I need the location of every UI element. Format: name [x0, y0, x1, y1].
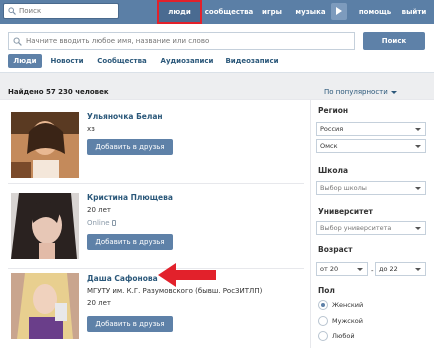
divider	[8, 268, 304, 269]
online-status: Online	[87, 219, 116, 227]
university-select[interactable]: Выбор университета	[316, 221, 426, 235]
gender-female-label[interactable]: Женский	[332, 301, 363, 309]
search-icon	[13, 37, 22, 46]
nav-logout[interactable]: выйти	[400, 0, 428, 24]
search-panel: Поиск Люди Новости Сообщества Аудиозапис…	[0, 24, 434, 73]
red-arrow-annotation	[158, 263, 216, 287]
chevron-down-icon	[415, 227, 421, 230]
nav-music[interactable]: музыка	[293, 0, 328, 24]
nav-communities[interactable]: сообщества	[203, 0, 255, 24]
result-info: хз	[87, 125, 95, 133]
online-label: Online	[87, 219, 110, 227]
tab-people[interactable]: Люди	[8, 54, 42, 68]
divider	[8, 183, 304, 184]
results-count: Найдено 57 230 человек	[8, 88, 109, 96]
results-list: Ульяночка Белан хз Добавить в друзья Кри…	[0, 99, 311, 348]
search-button[interactable]: Поиск	[363, 32, 425, 50]
avatar[interactable]	[11, 112, 79, 178]
tab-audio[interactable]: Аудиозаписи	[157, 54, 217, 68]
university-placeholder: Выбор университета	[320, 224, 392, 232]
age-separator: -	[371, 267, 374, 275]
age-label: Возраст	[318, 245, 353, 254]
mobile-icon	[111, 220, 116, 226]
country-value: Россия	[320, 125, 344, 133]
sort-dropdown[interactable]: По популярности	[324, 88, 397, 96]
gender-any-radio[interactable]	[318, 331, 328, 341]
add-friend-button[interactable]: Добавить в друзья	[87, 316, 173, 332]
tab-news[interactable]: Новости	[48, 54, 86, 68]
chevron-down-icon	[415, 187, 421, 190]
result-name[interactable]: Кристина Плющева	[87, 193, 173, 202]
chevron-down-icon	[415, 145, 421, 148]
result-info: 20 лет	[87, 206, 111, 214]
music-play-button[interactable]	[331, 3, 347, 20]
top-search-box[interactable]	[3, 3, 119, 19]
tab-communities[interactable]: Сообщества	[95, 54, 149, 68]
university-label: Университет	[318, 207, 373, 216]
add-friend-button[interactable]: Добавить в друзья	[87, 139, 173, 155]
gender-male-label[interactable]: Мужской	[332, 317, 363, 325]
school-placeholder: Выбор школы	[320, 184, 367, 192]
nav-help[interactable]: помощь	[356, 0, 394, 24]
gender-label: Пол	[318, 286, 335, 295]
chevron-down-icon	[415, 128, 421, 131]
top-bar: люди сообщества игры музыка помощь выйти	[0, 0, 434, 24]
top-search-input[interactable]	[19, 5, 114, 17]
gender-any-label[interactable]: Любой	[332, 332, 355, 340]
city-value: Омск	[320, 142, 338, 150]
chevron-down-icon	[415, 268, 421, 271]
result-name[interactable]: Даша Сафонова	[87, 274, 158, 283]
add-friend-button[interactable]: Добавить в друзья	[87, 234, 173, 250]
play-icon	[336, 7, 342, 15]
age-from-value: от 20	[320, 265, 339, 273]
main-search-input[interactable]	[26, 35, 346, 47]
result-university: МГУТУ им. К.Г. Разумовского (бывш. РосЗИ…	[87, 287, 263, 295]
gender-female-radio[interactable]	[318, 300, 328, 310]
tab-video[interactable]: Видеозаписи	[223, 54, 281, 68]
nav-games[interactable]: игры	[258, 0, 286, 24]
age-to-select[interactable]: до 22	[375, 262, 426, 276]
result-age: 20 лет	[87, 299, 111, 307]
chevron-down-icon	[390, 90, 397, 94]
avatar[interactable]	[11, 193, 79, 259]
school-label: Школа	[318, 166, 349, 175]
search-icon	[8, 7, 16, 15]
city-select[interactable]: Омск	[316, 139, 426, 153]
age-to-value: до 22	[379, 265, 398, 273]
main-search-box[interactable]	[8, 32, 355, 50]
age-from-select[interactable]: от 20	[316, 262, 368, 276]
nav-people[interactable]: люди	[157, 0, 202, 24]
sort-label: По популярности	[324, 88, 388, 96]
gender-male-radio[interactable]	[318, 316, 328, 326]
chevron-down-icon	[357, 268, 363, 271]
country-select[interactable]: Россия	[316, 122, 426, 136]
avatar[interactable]	[11, 273, 79, 339]
school-select[interactable]: Выбор школы	[316, 181, 426, 195]
result-name[interactable]: Ульяночка Белан	[87, 112, 163, 121]
region-label: Регион	[318, 106, 349, 115]
filters-sidebar: Регион Россия Омск Школа Выбор школы Уни…	[311, 99, 434, 348]
